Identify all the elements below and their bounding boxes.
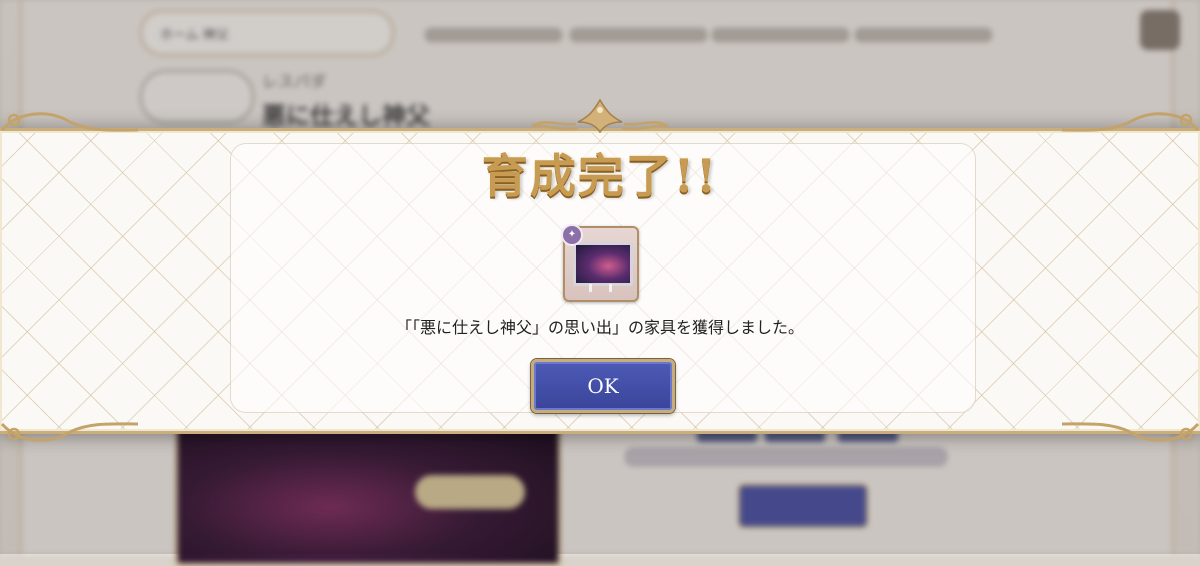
item-leg [609,284,612,292]
item-image [573,242,633,286]
dialog-title: 育成完了!! [481,149,719,203]
item-leg [589,284,592,292]
reward-message: 「「悪に仕えし神父」の思い出」の家具を獲得しました。 [395,318,804,337]
ok-button[interactable]: OK [531,359,675,413]
item-rarity-badge-icon: ✦ [561,224,583,246]
furniture-monitor-icon: ✦ [561,224,639,302]
